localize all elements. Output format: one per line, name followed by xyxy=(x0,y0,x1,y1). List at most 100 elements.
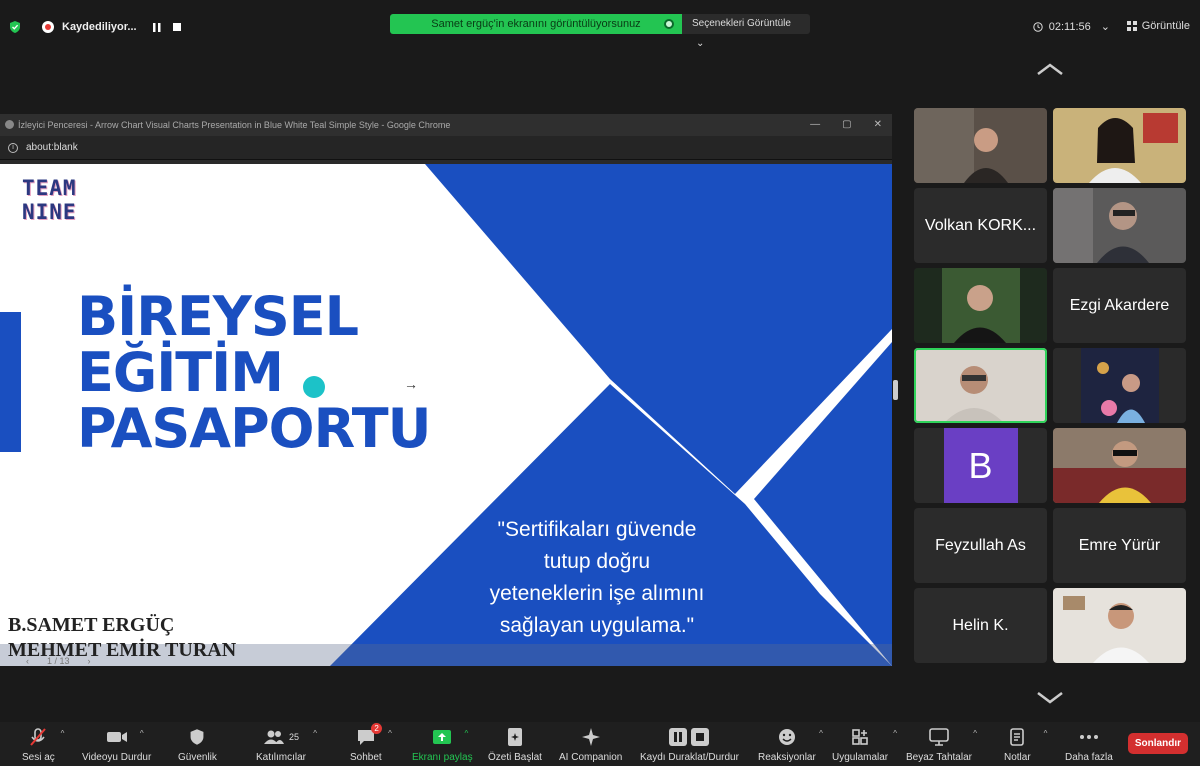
participant-tile[interactable] xyxy=(1053,428,1186,503)
chevron-down-icon: ⌄ xyxy=(1100,21,1110,33)
summary-icon xyxy=(507,728,522,746)
participant-video xyxy=(914,108,1047,183)
meeting-toolbar: ^ Sesi aç ^ Videoyu Durdur Güvenlik 25 ^ … xyxy=(0,722,1200,766)
ai-companion-button[interactable]: AI Companion xyxy=(559,726,622,763)
gallery-scroll-up-button[interactable] xyxy=(1036,62,1064,81)
caret-up-icon[interactable]: ^ xyxy=(893,729,897,738)
participant-video xyxy=(914,268,1047,343)
apps-label: Uygulamalar xyxy=(832,752,889,763)
participant-tile[interactable]: Volkan KORK... xyxy=(914,188,1047,263)
security-label: Güvenlik xyxy=(178,752,217,763)
security-button[interactable]: Güvenlik xyxy=(178,726,217,763)
participant-tile[interactable] xyxy=(914,108,1047,183)
minimize-icon[interactable]: — xyxy=(810,114,820,136)
whiteboard-button[interactable]: ^ Beyaz Tahtalar xyxy=(906,726,977,763)
meeting-timer[interactable]: 02:11:56 ⌄ xyxy=(1033,20,1110,33)
record-control-button[interactable]: Kaydı Duraklat/Durdur xyxy=(640,726,739,763)
caret-up-icon[interactable]: ^ xyxy=(819,729,823,738)
pause-icon xyxy=(669,728,688,746)
gallery-scroll-down-button[interactable] xyxy=(1036,690,1064,709)
end-meeting-button[interactable]: Sonlandır xyxy=(1127,733,1188,754)
apps-button[interactable]: ^ Uygulamalar xyxy=(832,726,897,763)
shared-screen-viewer: İzleyici Penceresi - Arrow Chart Visual … xyxy=(0,114,892,666)
view-options-button[interactable]: Seçenekleri Görüntüle ⌄ xyxy=(682,14,810,49)
chat-button[interactable]: 2 ^ Sohbet xyxy=(350,723,392,763)
caret-up-icon[interactable]: ^ xyxy=(140,729,144,738)
caret-up-icon[interactable]: ^ xyxy=(61,729,65,738)
participant-name: Emre Yürür xyxy=(1078,536,1161,554)
caret-up-icon[interactable]: ^ xyxy=(1044,729,1048,738)
title-line-3: PASAPORTU xyxy=(77,397,431,460)
record-control-label: Kaydı Duraklat/Durdur xyxy=(640,752,739,763)
whiteboard-label: Beyaz Tahtalar xyxy=(906,752,972,763)
chevron-down-icon: ⌄ xyxy=(696,38,705,49)
participant-name: Ezgi Akardere xyxy=(1069,296,1170,314)
maximize-icon[interactable]: ▢ xyxy=(842,114,851,136)
whiteboard-icon xyxy=(929,728,949,746)
notes-button[interactable]: ^ Notlar xyxy=(1004,726,1047,763)
avatar-initial: B xyxy=(968,444,993,486)
timer-value: 02:11:56 xyxy=(1048,20,1091,33)
active-speaker-tile[interactable] xyxy=(914,348,1047,423)
participant-tile[interactable] xyxy=(1053,588,1186,663)
slide-page-number: 1 / 13 xyxy=(47,656,70,666)
prev-slide-icon[interactable]: ‹ xyxy=(26,656,29,666)
more-button[interactable]: Daha fazla xyxy=(1065,726,1113,763)
title-line-1: BİREYSEL xyxy=(77,285,359,348)
stop-icon xyxy=(691,728,710,746)
slide-left-strip xyxy=(0,312,21,452)
reactions-button[interactable]: ^ Reaksiyonlar xyxy=(758,726,823,763)
top-bar: Kaydediliyor... Samet ergüç'in ekranını … xyxy=(0,14,1200,49)
view-label: Görüntüle xyxy=(1141,20,1190,32)
participant-tile[interactable]: Ezgi Akardere xyxy=(1053,268,1186,343)
unmute-label: Sesi aç xyxy=(22,752,55,763)
participant-video xyxy=(1053,108,1186,183)
unmute-button[interactable]: ^ Sesi aç xyxy=(22,726,64,763)
quote-line-1: "Sertifikaları güvende xyxy=(497,518,697,541)
stop-icon xyxy=(172,23,181,31)
participant-tile[interactable] xyxy=(1053,108,1186,183)
caret-up-icon[interactable]: ^ xyxy=(388,729,392,738)
share-screen-button[interactable]: ^ Ekranı paylaş xyxy=(412,726,473,763)
stop-video-button[interactable]: ^ Videoyu Durdur xyxy=(82,726,151,763)
end-meeting-label: Sonlandır xyxy=(1134,738,1181,749)
stop-recording-button[interactable] xyxy=(171,21,183,33)
quote-line-4: sağlayan uygulama." xyxy=(499,614,695,637)
stop-video-label: Videoyu Durdur xyxy=(82,752,152,763)
participant-video xyxy=(914,348,1047,423)
view-button[interactable]: Görüntüle xyxy=(1126,20,1190,32)
participant-tile[interactable] xyxy=(914,268,1047,343)
presentation-slide: TEAM NINE BİREYSEL EĞİTİM PASAPORTU → "S… xyxy=(0,164,892,666)
microphone-muted-icon xyxy=(30,728,47,746)
shield-icon xyxy=(191,729,204,745)
participant-tile[interactable] xyxy=(1053,188,1186,263)
participant-tile[interactable]: Emre Yürür xyxy=(1053,508,1186,583)
caret-up-icon[interactable]: ^ xyxy=(973,729,977,738)
caret-up-icon[interactable]: ^ xyxy=(313,729,317,738)
info-icon: i xyxy=(8,143,18,153)
quote-line-2: tutup doğru xyxy=(543,550,651,573)
security-shield-icon xyxy=(10,21,20,33)
participants-button[interactable]: 25 ^ Katılımcılar xyxy=(256,726,317,763)
view-options-label: Seçenekleri Görüntüle xyxy=(692,18,791,29)
resize-handle[interactable] xyxy=(893,380,898,400)
team-line-2: NINE xyxy=(22,200,77,224)
participant-tile[interactable]: Helin K. xyxy=(914,588,1047,663)
more-label: Daha fazla xyxy=(1065,752,1113,763)
smiley-icon xyxy=(778,729,795,745)
participant-tile[interactable]: B xyxy=(914,428,1047,503)
address-text: about:blank xyxy=(26,142,78,153)
participant-tile[interactable] xyxy=(1053,348,1186,423)
address-bar[interactable]: i about:blank xyxy=(0,136,892,160)
caret-up-icon[interactable]: ^ xyxy=(465,729,469,738)
next-slide-icon[interactable]: › xyxy=(88,656,91,666)
pause-recording-button[interactable] xyxy=(151,21,163,33)
start-summary-button[interactable]: Özeti Başlat xyxy=(488,726,542,763)
participant-tile[interactable]: Feyzullah As xyxy=(914,508,1047,583)
close-icon[interactable]: ✕ xyxy=(874,114,882,136)
clock-icon xyxy=(1033,21,1043,32)
team-logo: TEAM NINE xyxy=(22,176,77,224)
apps-icon xyxy=(852,729,868,745)
start-summary-label: Özeti Başlat xyxy=(488,752,542,763)
screen-share-banner: Samet ergüç'in ekranını görüntülüyorsunu… xyxy=(390,14,810,49)
